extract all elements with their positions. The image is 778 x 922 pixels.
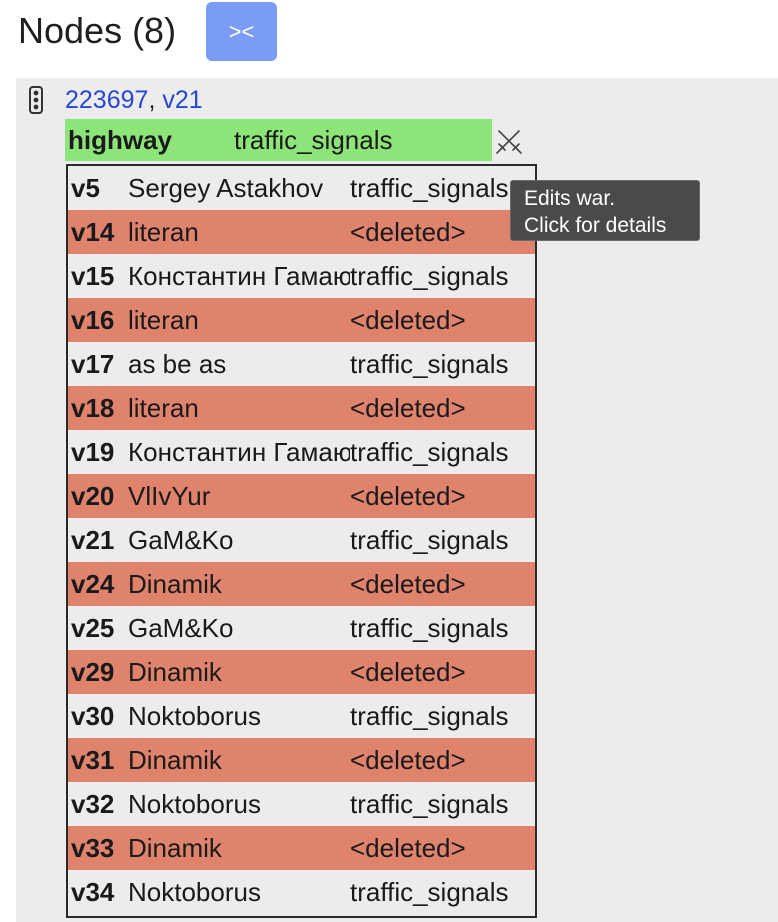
history-value: <deleted> (350, 656, 466, 687)
history-user: Noktoborus (128, 788, 261, 819)
history-row[interactable]: v33 Dinamik <deleted> (68, 826, 535, 870)
history-user: Sergey Astakhov (128, 172, 324, 203)
history-row[interactable]: v29 Dinamik <deleted> (68, 650, 535, 694)
history-version: v16 (71, 304, 115, 335)
history-user: Dinamik (128, 656, 222, 687)
history-row[interactable]: v19 Константин Гамаюновtraffic_signals (68, 430, 535, 474)
history-value: traffic_signals (350, 876, 509, 907)
history-user: as be as (128, 348, 227, 379)
history-value: traffic_signals (350, 260, 509, 291)
history-value: traffic_signals (350, 700, 509, 731)
history-user: GaM&Ko (128, 612, 234, 643)
traffic-light-icon (29, 86, 43, 114)
node-version-link[interactable]: v21 (162, 86, 202, 114)
history-version: v15 (71, 260, 115, 291)
history-user: Константин Гамаюнов (128, 436, 350, 467)
history-user: literan (128, 392, 199, 423)
history-value: traffic_signals (350, 436, 509, 467)
history-row[interactable]: v30 Noktoborus traffic_signals (68, 694, 535, 738)
edits-war-tooltip: Edits war. Click for details (510, 180, 700, 241)
history-user: Noktoborus (128, 876, 261, 907)
history-version: v30 (71, 700, 115, 731)
history-row[interactable]: v31 Dinamik <deleted> (68, 738, 535, 782)
history-version: v34 (71, 876, 115, 907)
history-user: Dinamik (128, 568, 222, 599)
node-heading: 223697, v21 (65, 82, 203, 118)
history-version: v17 (71, 348, 115, 379)
history-value: <deleted> (350, 568, 466, 599)
history-row[interactable]: v34 Noktoborus traffic_signals (68, 870, 535, 914)
node-id-link[interactable]: 223697 (65, 86, 148, 114)
history-version: v32 (71, 788, 115, 819)
tag-key: highway (68, 124, 173, 155)
collapse-button[interactable]: >< (206, 2, 277, 61)
history-row[interactable]: v20 VlIvYur <deleted> (68, 474, 535, 518)
history-row[interactable]: v15 Константин Гамаюновtraffic_signals (68, 254, 535, 298)
tooltip-line-1: Edits war. (524, 187, 616, 210)
history-user: Константин Гамаюнов (128, 260, 350, 291)
history-version: v20 (71, 480, 115, 511)
history-value: <deleted> (350, 832, 466, 863)
history-value: traffic_signals (350, 788, 509, 819)
history-version: v33 (71, 832, 115, 863)
history-value: traffic_signals (350, 172, 509, 203)
history-row[interactable]: v5 Sergey Astakhov traffic_signals (68, 166, 535, 210)
history-value: traffic_signals (350, 524, 509, 555)
history-version: v18 (71, 392, 115, 423)
history-value: <deleted> (350, 480, 466, 511)
history-user: literan (128, 216, 199, 247)
history-row[interactable]: v16 literan <deleted> (68, 298, 535, 342)
history-value: <deleted> (350, 216, 466, 247)
history-version: v19 (71, 436, 115, 467)
header: Nodes (8) (18, 0, 176, 62)
history-value: <deleted> (350, 744, 466, 775)
history-value: traffic_signals (350, 612, 509, 643)
history-row[interactable]: v25 GaM&Ko traffic_signals (68, 606, 535, 650)
history-row[interactable]: v14 literan <deleted> (68, 210, 535, 254)
history-row[interactable]: v21 GaM&Ko traffic_signals (68, 518, 535, 562)
history-value: <deleted> (350, 304, 466, 335)
history-user: literan (128, 304, 199, 335)
page-title: Nodes (8) (18, 10, 177, 51)
history-user: Dinamik (128, 832, 222, 863)
history-row[interactable]: v24 Dinamik <deleted> (68, 562, 535, 606)
history-version: v21 (71, 524, 115, 555)
crossed-swords-icon[interactable] (494, 126, 524, 156)
history-user: Dinamik (128, 744, 222, 775)
tag-history-table: v5 Sergey Astakhov traffic_signals v14 liter… (66, 164, 537, 918)
history-user: Noktoborus (128, 700, 261, 731)
history-version: v31 (71, 744, 115, 775)
history-version: v25 (71, 612, 115, 643)
history-version: v14 (71, 216, 115, 247)
history-user: GaM&Ko (128, 524, 234, 555)
history-user: VlIvYur (128, 480, 211, 511)
tag-value: traffic_signals (234, 124, 393, 155)
tooltip-line-2: Click for details (524, 214, 667, 237)
tag-row: highway traffic_signals (65, 119, 492, 161)
history-row[interactable]: v18 literan <deleted> (68, 386, 535, 430)
history-row[interactable]: v17 as be as traffic_signals (68, 342, 535, 386)
history-version: v29 (71, 656, 115, 687)
node-separator: , (148, 86, 156, 114)
history-row[interactable]: v32 Noktoborus traffic_signals (68, 782, 535, 826)
history-value: <deleted> (350, 392, 466, 423)
history-value: traffic_signals (350, 348, 509, 379)
history-version: v24 (71, 568, 115, 599)
history-version: v5 (71, 172, 100, 203)
